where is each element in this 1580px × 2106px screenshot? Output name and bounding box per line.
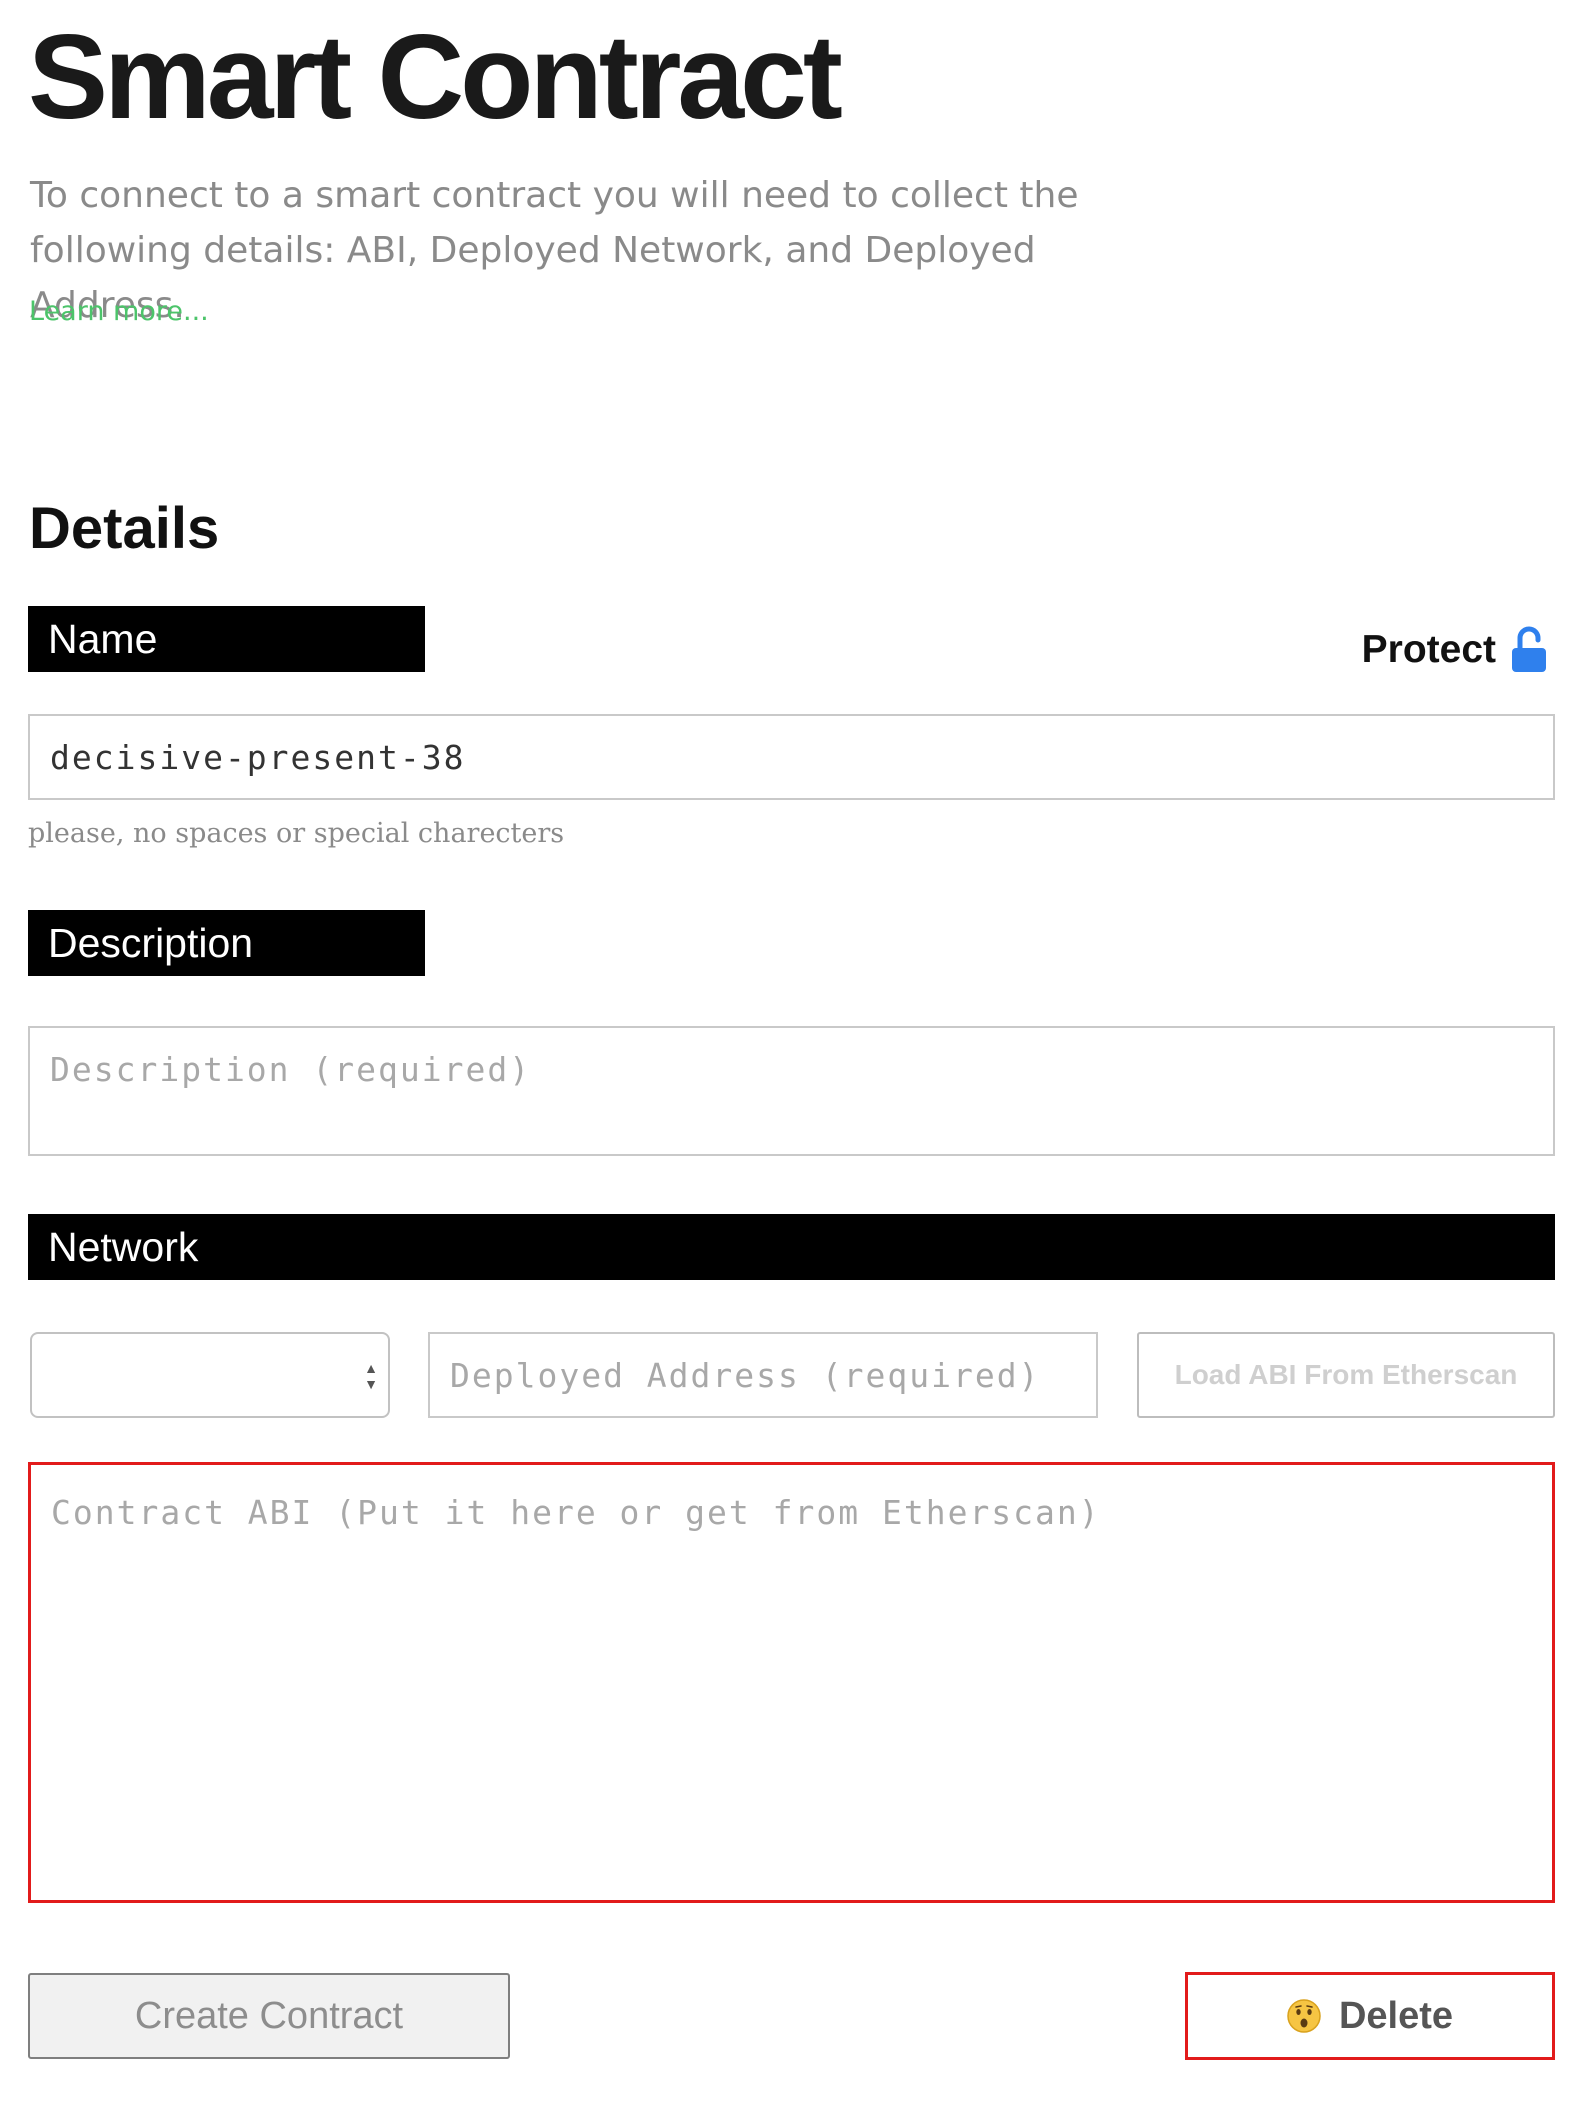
select-arrows-icon: ▲ ▼ [364,1360,378,1392]
protect-label: Protect [1361,628,1496,671]
description-label: Description [28,910,425,976]
name-label: Name [28,606,425,672]
name-hint: please, no spaces or special charecters [28,818,565,849]
unlocked-padlock-icon [1512,626,1546,672]
create-contract-button[interactable]: Create Contract [28,1973,510,2059]
delete-label: Delete [1338,1994,1454,2037]
deployed-address-input[interactable] [428,1332,1098,1418]
name-input[interactable] [28,714,1555,800]
page-title: Smart Contract [28,10,843,144]
network-label: Network [28,1214,1555,1280]
learn-more-link[interactable]: Learn more... [29,294,209,330]
surprised-face-emoji-icon [1287,1999,1321,2033]
network-select[interactable]: ▲ ▼ [30,1332,390,1418]
description-input[interactable] [28,1026,1555,1156]
load-abi-etherscan-button[interactable]: Load ABI From Etherscan [1137,1332,1555,1418]
delete-button[interactable]: Delete [1185,1972,1555,2060]
contract-abi-input[interactable] [28,1462,1555,1903]
protect-toggle[interactable]: Protect [1362,622,1548,678]
details-heading: Details [29,496,220,561]
